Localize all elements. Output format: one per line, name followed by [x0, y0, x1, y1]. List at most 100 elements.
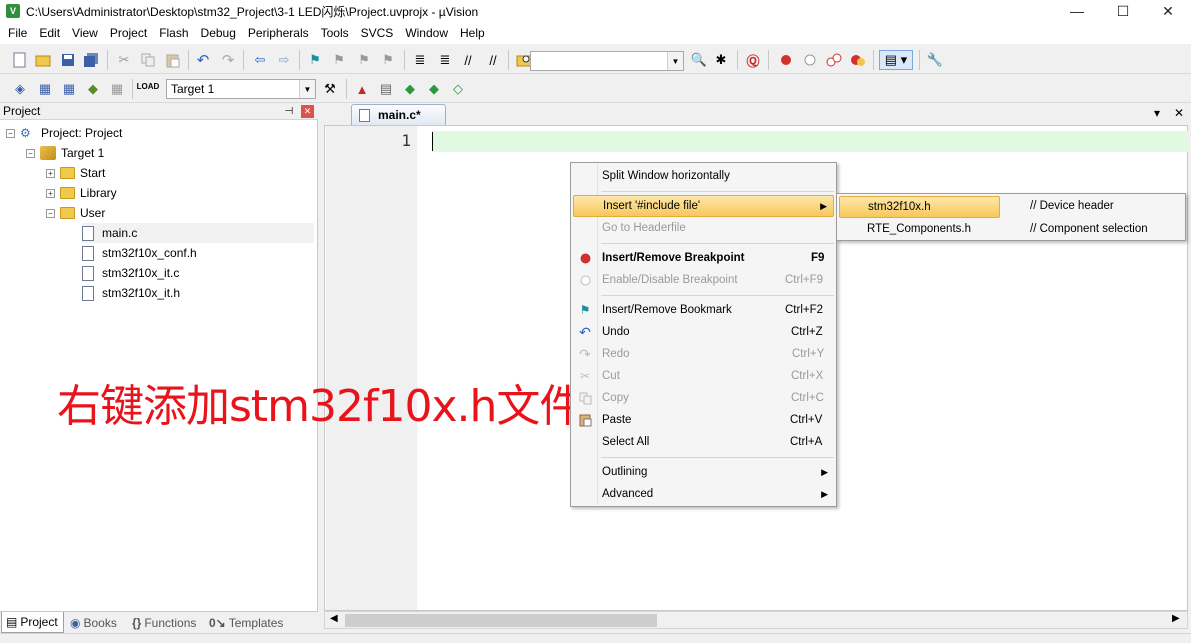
- menu-item-insert-remove-breakpoint[interactable]: Insert/Remove Breakpoint F9: [573, 247, 834, 269]
- menu-item-insert-include[interactable]: Insert '#include file' ▶: [573, 195, 834, 217]
- scroll-left-icon[interactable]: ◀: [330, 613, 338, 624]
- tab-project[interactable]: ▤ Project: [1, 612, 64, 633]
- book-icon[interactable]: ◇: [449, 80, 467, 98]
- chevron-down-icon[interactable]: ▼: [299, 80, 315, 98]
- kill-breakpoints-icon[interactable]: [849, 51, 867, 69]
- menu-item-outlining[interactable]: Outlining ▶: [573, 461, 834, 483]
- undo-icon[interactable]: ↶: [194, 51, 212, 69]
- pack-installer-icon[interactable]: ◆: [425, 80, 443, 98]
- scrollbar-thumb[interactable]: [345, 614, 657, 627]
- tab-books[interactable]: ◉ Books: [66, 612, 121, 633]
- bookmark-icon[interactable]: ⚑: [306, 51, 324, 69]
- maximize-button[interactable]: ☐: [1100, 0, 1146, 22]
- download-icon[interactable]: LOAD: [137, 78, 160, 96]
- close-window-button[interactable]: ✕: [1145, 0, 1191, 22]
- target-options-icon[interactable]: ⚒: [321, 80, 339, 98]
- find-combo[interactable]: ▼: [530, 51, 684, 71]
- new-file-icon[interactable]: [11, 51, 29, 69]
- menu-window[interactable]: Window: [399, 22, 454, 44]
- editor-tab-main-c[interactable]: main.c*: [351, 104, 446, 125]
- incremental-find-icon[interactable]: ✱: [712, 51, 730, 69]
- tree-file-main-c[interactable]: main.c: [82, 223, 314, 243]
- menu-item-enable-disable-breakpoint[interactable]: Enable/Disable Breakpoint Ctrl+F9: [573, 269, 834, 291]
- minimize-button[interactable]: —: [1054, 0, 1100, 22]
- close-tab-icon[interactable]: ✕: [1174, 106, 1184, 120]
- indent-icon[interactable]: ≣: [411, 51, 429, 69]
- horizontal-scrollbar[interactable]: ◀ ▶: [324, 611, 1188, 629]
- next-bookmark-icon[interactable]: ⚑: [355, 51, 373, 69]
- menu-flash[interactable]: Flash: [153, 22, 194, 44]
- stop-build-icon[interactable]: ▦: [108, 80, 126, 98]
- menu-project[interactable]: Project: [104, 22, 153, 44]
- collapse-icon[interactable]: −: [26, 148, 35, 158]
- nav-forward-icon[interactable]: ⇨: [275, 51, 293, 69]
- redo-icon[interactable]: ↷: [219, 51, 237, 69]
- prev-bookmark-icon[interactable]: ⚑: [330, 51, 348, 69]
- find-icon[interactable]: 🔍: [690, 51, 708, 69]
- tree-file-it-c[interactable]: stm32f10x_it.c: [82, 263, 179, 283]
- nav-back-icon[interactable]: ⇦: [251, 51, 269, 69]
- menu-item-go-to-headerfile[interactable]: Go to Headerfile: [573, 217, 834, 239]
- configure-icon[interactable]: 🔧: [926, 51, 944, 69]
- tree-group-user[interactable]: − User: [46, 203, 105, 223]
- chevron-down-icon[interactable]: ▼: [667, 52, 683, 70]
- clear-bookmarks-icon[interactable]: ⚑: [379, 51, 397, 69]
- rebuild-icon[interactable]: ▦: [60, 80, 78, 98]
- tree-target[interactable]: − Target 1: [26, 143, 104, 163]
- tree-file-it-h[interactable]: stm32f10x_it.h: [82, 283, 180, 303]
- menu-file[interactable]: File: [2, 22, 33, 44]
- paste-icon[interactable]: [164, 51, 182, 69]
- menu-item-paste[interactable]: Paste Ctrl+V: [573, 409, 834, 431]
- save-icon[interactable]: [59, 51, 77, 69]
- debug-session-icon[interactable]: Ⓠ: [744, 51, 762, 69]
- scroll-right-icon[interactable]: ▶: [1172, 613, 1180, 624]
- menu-item-undo[interactable]: ↶ Undo Ctrl+Z: [573, 321, 834, 343]
- menu-edit[interactable]: Edit: [33, 22, 66, 44]
- close-panel-button[interactable]: ✕: [301, 105, 314, 118]
- menu-item-cut[interactable]: ✂ Cut Ctrl+X: [573, 365, 834, 387]
- menu-tools[interactable]: Tools: [315, 22, 355, 44]
- menu-item-advanced[interactable]: Advanced ▶: [573, 483, 834, 505]
- breakpoint-icon[interactable]: [777, 51, 795, 69]
- menu-item-select-all[interactable]: Select All Ctrl+A: [573, 431, 834, 453]
- tree-file-conf-h[interactable]: stm32f10x_conf.h: [82, 243, 197, 263]
- collapse-icon[interactable]: −: [46, 208, 55, 218]
- tree-group-start[interactable]: + Start: [46, 163, 105, 183]
- batch-build-icon[interactable]: ◆: [84, 80, 102, 98]
- disable-all-breakpoints-icon[interactable]: [825, 51, 843, 69]
- tab-templates[interactable]: 0↘ Templates: [205, 612, 287, 633]
- collapse-icon[interactable]: −: [6, 128, 15, 138]
- menu-peripherals[interactable]: Peripherals: [242, 22, 315, 44]
- cut-icon[interactable]: ✂: [115, 51, 133, 69]
- comment-icon[interactable]: //: [459, 51, 477, 69]
- copy-icon[interactable]: [139, 51, 157, 69]
- tree-group-library[interactable]: + Library: [46, 183, 117, 203]
- uncomment-icon[interactable]: //: [484, 51, 502, 69]
- submenu-item-rte-components-h[interactable]: RTE_Components.h// Component selection: [839, 218, 1179, 240]
- menu-view[interactable]: View: [66, 22, 104, 44]
- disable-breakpoint-icon[interactable]: [801, 51, 819, 69]
- menu-help[interactable]: Help: [454, 22, 491, 44]
- build-icon[interactable]: ▦: [36, 80, 54, 98]
- pin-icon[interactable]: ⊣: [282, 104, 296, 118]
- save-all-icon[interactable]: [82, 51, 100, 69]
- expand-icon[interactable]: +: [46, 188, 55, 198]
- menu-svcs[interactable]: SVCS: [355, 22, 400, 44]
- menu-item-split-window[interactable]: Split Window horizontally: [573, 165, 834, 187]
- menu-debug[interactable]: Debug: [195, 22, 242, 44]
- menu-item-insert-remove-bookmark[interactable]: ⚑ Insert/Remove Bookmark Ctrl+F2: [573, 299, 834, 321]
- tree-project-root[interactable]: − ⚙ Project: Project: [6, 123, 122, 143]
- manage-components-icon[interactable]: ▲: [353, 80, 371, 98]
- menu-item-copy[interactable]: Copy Ctrl+C: [573, 387, 834, 409]
- submenu-item-stm32f10x-h[interactable]: stm32f10x.h: [839, 196, 1000, 218]
- unindent-icon[interactable]: ≣: [436, 51, 454, 69]
- run-time-env-icon[interactable]: ◆: [401, 80, 419, 98]
- select-packs-icon[interactable]: ▤: [377, 80, 395, 98]
- translate-icon[interactable]: ◈: [11, 80, 29, 98]
- tab-functions[interactable]: {} Functions: [128, 612, 200, 633]
- expand-icon[interactable]: +: [46, 168, 55, 178]
- tab-list-dropdown-icon[interactable]: ▾: [1154, 106, 1160, 120]
- target-select[interactable]: Target 1 ▼: [166, 79, 316, 99]
- open-icon[interactable]: [34, 51, 52, 69]
- window-layout-icon[interactable]: ▤ ▾: [879, 50, 913, 70]
